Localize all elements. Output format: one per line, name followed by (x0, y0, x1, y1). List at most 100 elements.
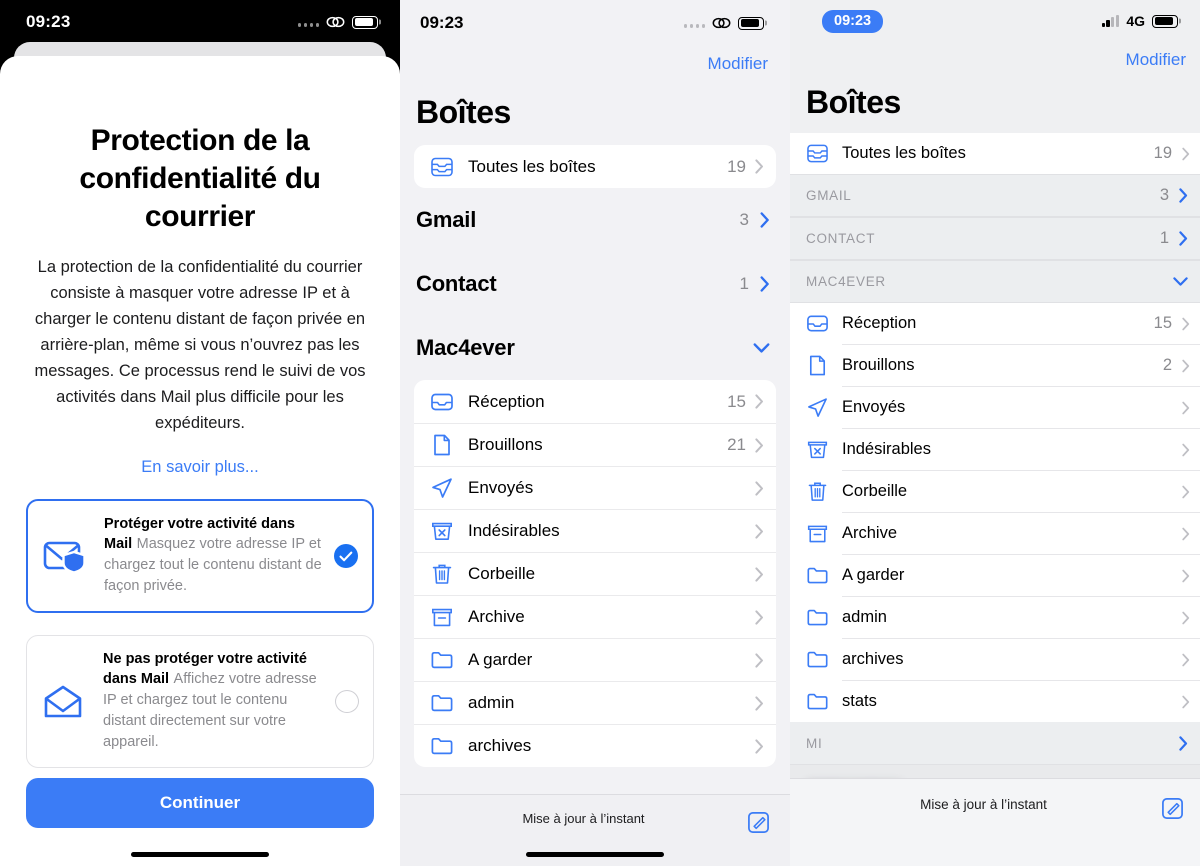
mailbox-row[interactable]: A garder (414, 638, 776, 681)
mailbox-icon-wrap (806, 480, 842, 503)
mailbox-row[interactable]: Brouillons 2 (790, 345, 1200, 386)
mailbox-row[interactable]: Réception 15 (790, 303, 1200, 344)
draft-icon (434, 434, 450, 456)
mailbox-icon-wrap (430, 519, 468, 543)
mailbox-list-group: Réception 15 Brouillons 2 Envoyés Indésirable… (790, 303, 1200, 722)
chevron-right-icon (755, 159, 763, 174)
chevron-down-icon[interactable] (1173, 276, 1188, 287)
mailbox-label: Archive (842, 524, 898, 542)
mailbox-row[interactable]: Corbeille (414, 552, 776, 595)
mailbox-row[interactable]: Corbeille (790, 471, 1200, 512)
learn-more-link[interactable]: En savoir plus... (26, 458, 374, 477)
radio-selected-icon[interactable] (334, 544, 358, 568)
mailbox-row[interactable]: Archive (414, 595, 776, 638)
mailbox-row[interactable]: Archive (790, 513, 1200, 554)
option-do-not-protect-activity[interactable]: Ne pas protéger votre activité dans Mail… (26, 635, 374, 768)
row-label: Toutes les boîtes (842, 144, 966, 162)
mailbox-icon-wrap (430, 390, 468, 414)
panel-privacy-onboarding: 09:23 Protection de la confidentialité d… (0, 0, 400, 866)
mailbox-label: archives (842, 650, 904, 668)
chevron-right-icon (755, 523, 763, 539)
folder-icon (807, 609, 828, 626)
section-mac4ever[interactable]: MAC4EVER (790, 260, 1200, 303)
mailbox-label: Réception (842, 314, 917, 332)
chevron-right-icon[interactable] (760, 212, 770, 228)
page-title: Protection de la confidentialité du cour… (79, 124, 321, 233)
chevron-right-icon (1182, 695, 1190, 708)
account-gmail[interactable]: Gmail 3 (400, 188, 790, 252)
chevron-right-icon (755, 437, 763, 453)
mailbox-row[interactable]: archives (414, 724, 776, 767)
account-name: Gmail (416, 207, 477, 232)
mailbox-list-card: Réception 15 Brouillons 21 Envoyés Indésirabl… (414, 380, 776, 767)
all-inboxes-icon (806, 143, 842, 164)
mailbox-count: 15 (1153, 314, 1172, 332)
mailbox-row[interactable]: Envoyés (414, 466, 776, 509)
mailbox-icon-wrap (806, 312, 842, 335)
chevron-right-icon[interactable] (760, 276, 770, 292)
chevron-right-icon (755, 609, 763, 625)
inbox-icon (807, 315, 828, 332)
mailbox-icon-wrap (806, 522, 842, 545)
mailbox-row[interactable]: Indésirables (790, 429, 1200, 470)
chevron-right-icon (755, 566, 763, 582)
home-indicator (131, 852, 269, 857)
section-contact[interactable]: CONTACT 1 (790, 217, 1200, 260)
option-description: Masquez votre adresse IP et chargez tout… (104, 536, 322, 594)
mailbox-row[interactable]: admin (790, 597, 1200, 638)
mailbox-row[interactable]: admin (414, 681, 776, 724)
status-bar-panel3: 09:23 4G (790, 0, 1200, 42)
row-all-inboxes[interactable]: Toutes les boîtes 19 (414, 145, 776, 188)
mailbox-icon-wrap (806, 690, 842, 713)
row-all-inboxes[interactable]: Toutes les boîtes 19 (790, 133, 1200, 174)
status-time: 09:23 (26, 12, 71, 31)
edit-button[interactable]: Modifier (790, 42, 1200, 70)
trash-icon (808, 482, 827, 501)
chevron-right-icon (1182, 485, 1190, 498)
signal-dots-icon (297, 18, 319, 27)
archive-icon (807, 525, 828, 543)
panel-mailboxes-compact: 09:23 4G Modifier Boîtes Toutes les boît… (790, 0, 1200, 866)
section-gmail[interactable]: GMAIL 3 (790, 174, 1200, 217)
chevron-right-icon (755, 695, 763, 711)
mailbox-row[interactable]: stats (790, 681, 1200, 722)
section-mi[interactable]: MI (790, 722, 1200, 765)
chevron-right-icon[interactable] (1179, 735, 1188, 751)
mailbox-icon-wrap (430, 562, 468, 586)
account-count: 1 (739, 274, 749, 293)
mailbox-row[interactable]: Brouillons 21 (414, 423, 776, 466)
signal-dots-icon (683, 19, 705, 28)
mailbox-row[interactable]: Envoyés (790, 387, 1200, 428)
mailbox-row[interactable]: A garder (790, 555, 1200, 596)
continue-button[interactable]: Continuer (26, 778, 374, 828)
compose-icon[interactable] (1161, 797, 1184, 825)
compose-icon[interactable] (747, 811, 770, 839)
chevron-right-icon[interactable] (1179, 231, 1188, 246)
account-meta: 3 (740, 210, 770, 230)
mailbox-row[interactable]: Indésirables (414, 509, 776, 552)
folder-icon (431, 737, 453, 755)
folder-icon (431, 694, 453, 712)
status-indicators: 4G (1101, 13, 1178, 29)
junk-icon (807, 441, 828, 459)
privacy-sheet: Protection de la confidentialité du cour… (0, 56, 400, 866)
mailbox-row[interactable]: archives (790, 639, 1200, 680)
status-time-pill: 09:23 (822, 9, 884, 33)
mailbox-icon-wrap (430, 734, 468, 758)
mailbox-label: Corbeille (842, 482, 908, 500)
junk-icon (432, 522, 452, 540)
mailbox-icon-wrap (806, 396, 842, 419)
radio-unselected-icon[interactable] (335, 690, 359, 713)
edit-button[interactable]: Modifier (400, 46, 790, 74)
mailbox-label: admin (468, 693, 515, 712)
home-indicator (526, 852, 664, 857)
section-label: MAC4EVER (806, 274, 886, 289)
draft-icon (809, 355, 826, 376)
chevron-right-icon[interactable] (1179, 188, 1188, 203)
mailbox-row[interactable]: Réception 15 (414, 380, 776, 423)
chevron-down-icon[interactable] (753, 342, 770, 354)
option-protect-activity[interactable]: Protéger votre activité dans Mail Masque… (26, 499, 374, 613)
account-mac4ever[interactable]: Mac4ever (400, 316, 790, 380)
account-contact[interactable]: Contact 1 (400, 252, 790, 316)
mailbox-icon-wrap (806, 606, 842, 629)
